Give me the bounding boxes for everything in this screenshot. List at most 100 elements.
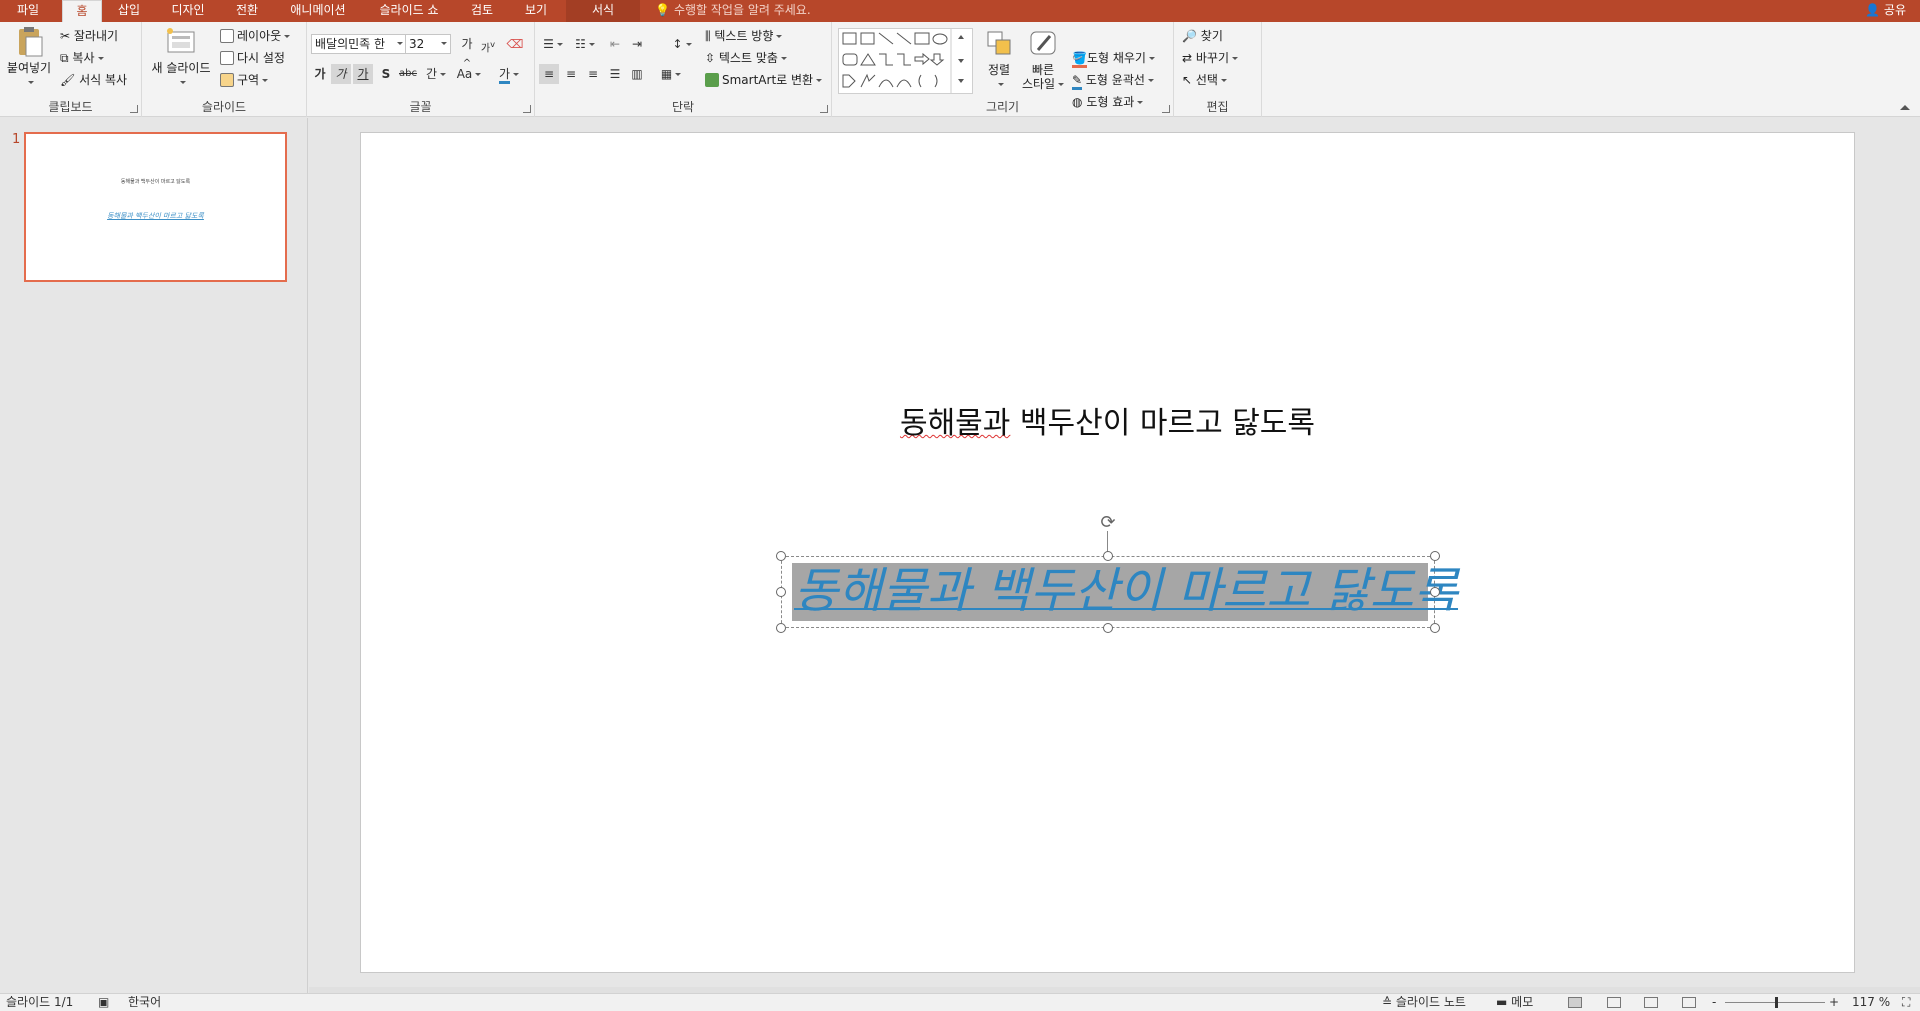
bullets-button[interactable]: ☰: [539, 34, 567, 54]
columns-button[interactable]: ▦: [657, 64, 685, 84]
resize-handle-bottom-left[interactable]: [776, 623, 786, 633]
align-left-button[interactable]: ≡: [539, 64, 559, 84]
dialog-launcher-icon[interactable]: [523, 105, 531, 113]
resize-handle-top[interactable]: [1103, 551, 1113, 561]
dialog-launcher-icon[interactable]: [1162, 105, 1170, 113]
bold-button[interactable]: 가: [311, 64, 329, 84]
rotate-handle-icon[interactable]: ⟳: [1098, 513, 1118, 533]
clear-format-button[interactable]: ⌫: [505, 34, 525, 54]
justify-button[interactable]: ☰: [605, 64, 625, 84]
cut-button[interactable]: ✂ 잘라내기: [60, 26, 118, 46]
font-size-combo[interactable]: 32: [405, 34, 451, 54]
tab-view[interactable]: 보기: [514, 0, 558, 22]
normal-view-icon[interactable]: [1568, 997, 1582, 1008]
chevron-down-icon: [440, 73, 447, 76]
shape-fill-button[interactable]: 🪣도형 채우기: [1072, 48, 1155, 68]
chevron-down-icon: [262, 79, 269, 82]
clipboard-group: 붙여넣기 ✂ 잘라내기 ⧉ 복사 🖌 서식 복사 클립보드: [0, 22, 142, 117]
slide-subtitle[interactable]: 동해물과 백두산이 마르고 닳도록: [794, 561, 1458, 621]
align-center-button[interactable]: ≡: [561, 64, 581, 84]
chevron-down-icon: [675, 73, 682, 76]
resize-handle-left[interactable]: [776, 587, 786, 597]
format-painter-label: 서식 복사: [79, 73, 128, 87]
shrink-font-button[interactable]: 가v: [479, 34, 497, 54]
collapse-ribbon-icon[interactable]: [1900, 105, 1910, 110]
subtitle-textbox[interactable]: 동해물과 백두산이 마르고 닳도록: [781, 556, 1458, 628]
increase-indent-button[interactable]: ⇥: [627, 34, 647, 54]
shape-outline-button[interactable]: ✎ 도형 윤곽선: [1072, 70, 1154, 90]
reading-view-icon[interactable]: [1644, 997, 1658, 1008]
tab-slideshow[interactable]: 슬라이드 쇼: [370, 0, 448, 22]
slideshow-view-icon[interactable]: [1682, 997, 1696, 1008]
zoom-out-button[interactable]: -: [1712, 994, 1716, 1011]
format-painter-button[interactable]: 🖌 서식 복사: [60, 70, 127, 90]
line-spacing-button[interactable]: ↕: [669, 34, 695, 54]
dialog-launcher-icon[interactable]: [820, 105, 828, 113]
strikethrough-button[interactable]: abc: [397, 64, 419, 84]
tab-transitions[interactable]: 전환: [224, 0, 270, 22]
tab-animations[interactable]: 애니메이션: [282, 0, 354, 22]
reset-button[interactable]: 다시 설정: [220, 48, 285, 68]
shadow-button[interactable]: S: [379, 64, 393, 84]
dialog-launcher-icon[interactable]: [130, 105, 138, 113]
tab-home[interactable]: 홈: [62, 0, 102, 22]
paste-button[interactable]: 붙여넣기: [4, 26, 54, 89]
section-button[interactable]: 구역: [220, 70, 269, 90]
language-status[interactable]: 한국어: [128, 994, 161, 1011]
tab-review[interactable]: 검토: [462, 0, 502, 22]
decrease-indent-button[interactable]: ⇤: [605, 34, 625, 54]
tab-design[interactable]: 디자인: [162, 0, 214, 22]
shape-effects-button[interactable]: ◍ 도형 효과: [1072, 92, 1144, 112]
tab-file[interactable]: 파일: [0, 0, 56, 22]
resize-handle-top-right[interactable]: [1430, 551, 1440, 561]
zoom-slider-thumb[interactable]: [1775, 997, 1778, 1008]
replace-label: 바꾸기: [1195, 51, 1230, 65]
quick-styles-button[interactable]: 빠른 스타일: [1020, 28, 1066, 91]
resize-handle-top-left[interactable]: [776, 551, 786, 561]
shrink-font-label: 가: [480, 43, 491, 55]
font-color-button[interactable]: 가: [495, 64, 523, 84]
grow-font-button[interactable]: 가^: [458, 34, 476, 69]
font-family-combo[interactable]: 배달의민족 한: [311, 34, 407, 54]
lightbulb-icon: 💡: [655, 3, 670, 17]
copy-button[interactable]: ⧉ 복사: [60, 48, 104, 68]
fit-to-window-icon[interactable]: ⛶: [1902, 994, 1910, 1011]
share-button[interactable]: 👤 공유: [1865, 0, 1906, 22]
layout-button[interactable]: 레이아웃: [220, 26, 291, 46]
resize-handle-bottom[interactable]: [1103, 623, 1113, 633]
tab-insert[interactable]: 삽입: [108, 0, 150, 22]
notes-button[interactable]: ≙ 슬라이드 노트: [1382, 994, 1466, 1011]
slide-sorter-icon[interactable]: [1607, 997, 1621, 1008]
chevron-down-icon: [284, 35, 291, 38]
slides-group: 새 슬라이드 레이아웃 다시 설정 구역 슬라이드: [142, 22, 307, 117]
distributed-button[interactable]: ▥: [627, 64, 647, 84]
arrange-button[interactable]: 정렬: [980, 28, 1018, 91]
zoom-level[interactable]: 117 %: [1852, 994, 1890, 1011]
numbering-button[interactable]: ☷: [571, 34, 599, 54]
slide-title[interactable]: 동해물과 백두산이 마르고 닳도록: [361, 398, 1854, 442]
change-case-button[interactable]: Aa: [455, 64, 483, 84]
underline-button[interactable]: 가: [353, 64, 373, 84]
slide[interactable]: 동해물과 백두산이 마르고 닳도록 ⟳ 동해물과 백두산이 마르고 닳도록: [360, 132, 1855, 973]
italic-button[interactable]: 가: [331, 64, 351, 84]
reset-label: 다시 설정: [237, 51, 285, 65]
person-icon: 👤: [1865, 3, 1881, 17]
tell-me-search[interactable]: 💡 수행할 작업을 알려 주세요.: [655, 0, 811, 22]
spellcheck-icon[interactable]: ▣: [98, 994, 109, 1011]
resize-handle-bottom-right[interactable]: [1430, 623, 1440, 633]
comments-button[interactable]: ▬ 메모: [1496, 994, 1533, 1011]
smartart-button[interactable]: SmartArt로 변환: [705, 70, 823, 90]
replace-button[interactable]: ⇄ 바꾸기: [1182, 48, 1239, 68]
align-text-button[interactable]: ⇳ 텍스트 맞춤: [705, 48, 787, 68]
text-direction-button[interactable]: ⫼ 텍스트 방향: [705, 26, 783, 46]
select-button[interactable]: ↖ 선택: [1182, 70, 1227, 90]
shapes-gallery[interactable]: [838, 28, 973, 94]
slide-thumbnail[interactable]: 동해물과 백두산이 마르고 닳도록 동해물과 백두산이 마르고 닳도록: [24, 132, 287, 282]
tab-format[interactable]: 서식: [566, 0, 640, 22]
resize-handle-right[interactable]: [1430, 587, 1440, 597]
char-spacing-button[interactable]: 간: [423, 64, 449, 84]
find-button[interactable]: 🔎 찾기: [1182, 26, 1223, 46]
align-right-button[interactable]: ≡: [583, 64, 603, 84]
zoom-in-button[interactable]: +: [1829, 994, 1839, 1011]
new-slide-button[interactable]: 새 슬라이드: [146, 26, 216, 89]
